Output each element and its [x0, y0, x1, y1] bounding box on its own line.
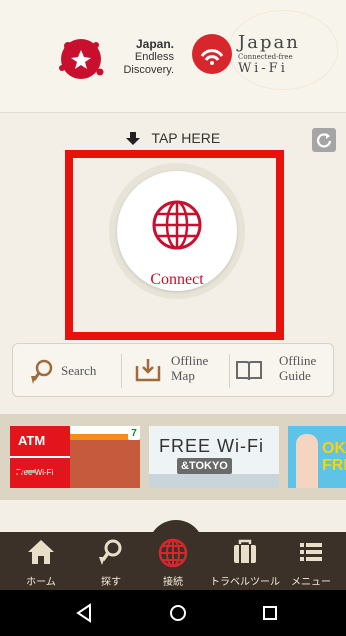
- japan-logo-text: Japan. Endless Discovery.: [123, 37, 174, 77]
- wifi-logo-icon: [192, 34, 232, 74]
- tab-travel-tools[interactable]: トラベルツール: [210, 535, 280, 588]
- download-map-icon: [135, 359, 161, 382]
- store-image: [70, 440, 140, 488]
- tokyo-label: &TOKYO: [177, 458, 232, 474]
- offline-map-label: Offline Map: [171, 353, 209, 383]
- japan-endless-discovery-logo: Japan. Endless Discovery.: [56, 32, 176, 84]
- home-circle-icon[interactable]: [163, 600, 193, 626]
- atm-banner-free-wifi: Free Wi-Fi: [10, 458, 70, 488]
- globe-icon: [152, 200, 202, 250]
- refresh-button[interactable]: [312, 128, 336, 152]
- recent-apps-icon[interactable]: [255, 600, 285, 626]
- header: Japan. Endless Discovery. Japan Connecte…: [0, 0, 346, 113]
- tab-search-label: 探す: [101, 577, 121, 588]
- search-tool-button[interactable]: Search: [13, 344, 119, 396]
- suitcase-icon: [234, 539, 256, 563]
- ok-banner-text: OK FRI: [322, 440, 346, 474]
- tool-divider: [121, 354, 122, 388]
- tab-connect[interactable]: 接続: [138, 535, 208, 588]
- search-tool-label: Search: [61, 363, 97, 378]
- menu-icon: [300, 543, 322, 561]
- arrow-down-icon: [125, 132, 140, 146]
- tab-connect-label: 接続: [163, 577, 183, 588]
- skyline-image: [149, 474, 279, 488]
- tools-bar: Search Offline Map Offline Guide: [12, 343, 334, 397]
- connect-label: Connect: [150, 271, 204, 288]
- atm-banner[interactable]: ATM Free Wi-Fi 7: [10, 426, 140, 488]
- offline-guide-button[interactable]: Offline Guide: [231, 344, 335, 396]
- carousel-dot: [26, 470, 36, 473]
- promo-banner-carousel[interactable]: ATM Free Wi-Fi 7 FREE Wi-Fi &TOKYO OK FRI: [0, 414, 346, 500]
- refresh-icon: [316, 133, 332, 148]
- tap-here-text: TAP HERE: [151, 130, 221, 146]
- tab-home-label: ホーム: [26, 577, 56, 588]
- tab-travel-tools-label: トラベルツール: [210, 577, 280, 588]
- tab-menu[interactable]: メニュー: [276, 535, 346, 588]
- cherry-blossom-icon: [59, 39, 104, 79]
- free-wifi-title: FREE Wi-Fi: [159, 436, 264, 456]
- wifi-logo-text: Japan Connected-free Wi-Fi: [238, 32, 300, 76]
- ok-banner[interactable]: OK FRI: [288, 426, 346, 488]
- globe-icon: [158, 538, 188, 568]
- offline-map-button[interactable]: Offline Map: [123, 344, 227, 396]
- book-icon: [236, 361, 262, 381]
- offline-guide-label: Offline Guide: [279, 353, 317, 383]
- tool-divider: [229, 354, 230, 388]
- tab-menu-label: メニュー: [291, 577, 331, 588]
- tab-home[interactable]: ホーム: [6, 535, 76, 588]
- back-icon[interactable]: [70, 600, 100, 626]
- person-image: [296, 434, 318, 488]
- japan-wifi-logo: Japan Connected-free Wi-Fi: [192, 26, 322, 90]
- home-icon: [28, 540, 54, 564]
- atm-banner-title: ATM: [10, 426, 70, 456]
- search-pin-icon: [99, 539, 122, 565]
- tab-search[interactable]: 探す: [76, 535, 146, 588]
- seven-eleven-logo: 7: [128, 428, 140, 440]
- carousel-dot-active: [12, 470, 22, 473]
- search-pin-icon: [31, 359, 53, 384]
- free-wifi-tokyo-banner[interactable]: FREE Wi-Fi &TOKYO: [149, 426, 279, 488]
